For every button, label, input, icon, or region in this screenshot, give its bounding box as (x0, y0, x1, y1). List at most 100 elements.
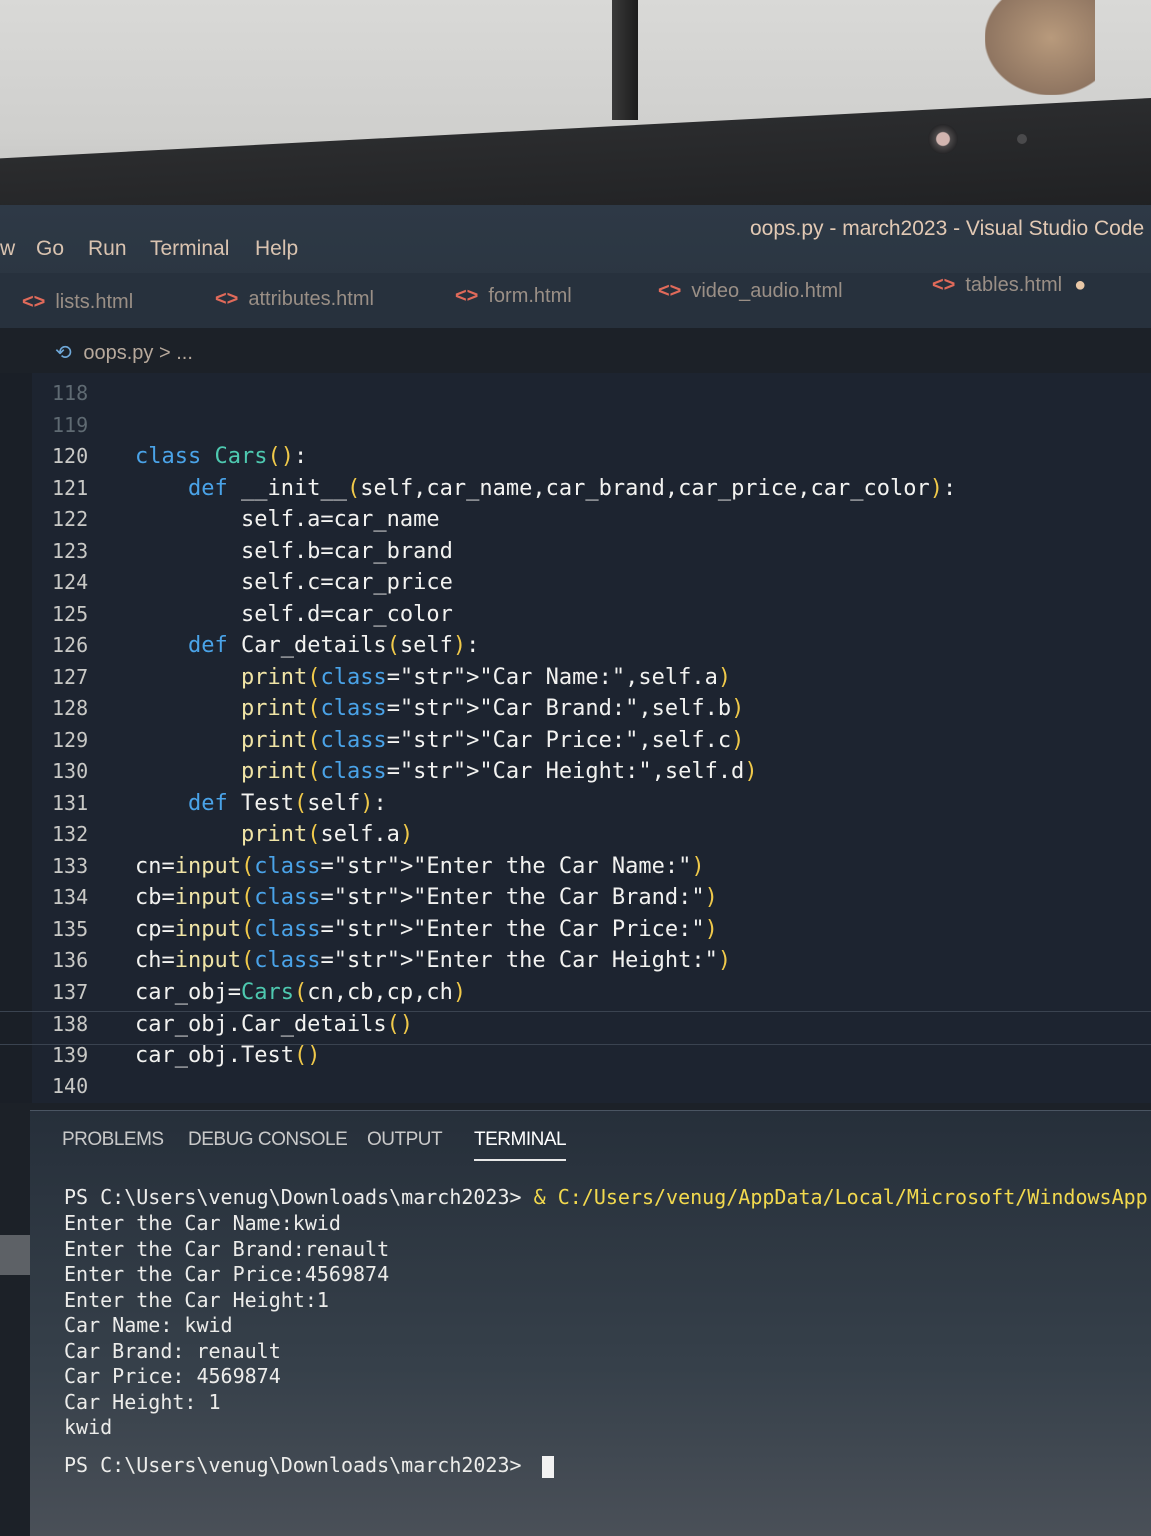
html-file-icon: <> (658, 280, 682, 302)
code-line[interactable]: 139 car_obj.Test() (0, 1043, 1151, 1075)
terminal-line: Enter the Car Brand:renault (64, 1236, 390, 1261)
line-number: 140 (52, 1074, 89, 1098)
code-line[interactable]: 138 car_obj.Car_details() (0, 1011, 1151, 1045)
terminal-command-line: PS C:\Users\venug\Downloads\march2023> &… (64, 1185, 1148, 1209)
code-line[interactable]: 124 self.c=car_price (0, 570, 1151, 602)
tab-output[interactable]: OUTPUT (367, 1129, 443, 1151)
menu-run[interactable]: Run (88, 237, 127, 261)
terminal-prompt: PS C:\Users\venug\Downloads\march2023> (64, 1453, 534, 1477)
tab-label: video_audio.html (691, 280, 843, 302)
code-text: car_obj.Test() (135, 1042, 321, 1068)
line-number: 124 (52, 570, 89, 594)
tab-problems[interactable]: PROBLEMS (62, 1129, 164, 1151)
scroll-indicator[interactable] (0, 1235, 32, 1275)
tab-terminal[interactable]: TERMINAL (474, 1129, 567, 1161)
code-line[interactable]: 122 self.a=car_name (0, 507, 1151, 539)
breadcrumb: ⟲ oops.py > ... (55, 340, 193, 365)
terminal-prompt: PS C:\Users\venug\Downloads\march2023> (64, 1185, 534, 1209)
line-number: 132 (52, 822, 89, 846)
line-number: 123 (52, 538, 89, 563)
code-line[interactable]: 121 def __init__(self,car_name,car_brand… (0, 476, 1151, 508)
line-number: 134 (52, 885, 89, 909)
code-line[interactable]: 120 class Cars(): (0, 444, 1151, 476)
breadcrumb-separator: > (158, 342, 171, 364)
line-number: 135 (52, 916, 89, 941)
code-line[interactable]: 128 print(class="str">"Car Brand:",self.… (0, 696, 1151, 728)
terminal-final-prompt-line[interactable]: PS C:\Users\venug\Downloads\march2023> (64, 1453, 554, 1478)
line-number: 131 (52, 790, 89, 815)
line-number: 120 (52, 444, 89, 468)
terminal-line: Car Price: 4569874 (64, 1364, 281, 1388)
menu-go[interactable]: Go (36, 237, 64, 261)
tab-debug-console[interactable]: DEBUG CONSOLE (188, 1129, 348, 1151)
code-line[interactable]: 130 print(class="str">"Car Height:",self… (0, 759, 1151, 791)
tab-label: attributes.html (248, 288, 374, 310)
code-line[interactable]: 125 self.d=car_color (0, 602, 1151, 634)
code-editor[interactable]: 118 119 120 class Cars(): 121 def __init__(s… (0, 373, 1151, 1275)
code-text: self.a=car_name (135, 507, 440, 532)
line-number: 121 (52, 475, 89, 500)
code-text: print(self.a) (240, 822, 414, 847)
menu-bar: w Go Run Terminal Help oops.py - march20… (0, 205, 1151, 280)
code-line[interactable]: 119 (0, 413, 1151, 445)
line-number: 136 (52, 948, 89, 972)
vscode-window: w Go Run Terminal Help oops.py - march20… (0, 205, 1151, 1536)
code-line[interactable]: 127 print(class="str">"Car Name:",self.a… (0, 665, 1151, 697)
html-file-icon: <> (215, 288, 239, 310)
terminal-line: Car Name: kwid (64, 1313, 233, 1337)
line-number: 129 (52, 727, 89, 752)
code-line[interactable]: 131 def Test(self): (0, 791, 1151, 823)
code-line[interactable]: 118 (0, 381, 1151, 413)
menu-view[interactable]: w (0, 237, 15, 261)
code-line[interactable]: 135 cp=input(class="str">"Enter the Car P… (0, 917, 1151, 949)
code-line[interactable]: 140 (0, 1074, 1151, 1106)
tab-video-audio-html[interactable]: <> video_audio.html (658, 280, 843, 303)
code-text: print(class="str">"Car Price:",self.c) (240, 727, 745, 753)
code-text: self.d=car_color (135, 601, 453, 627)
line-number: 137 (52, 979, 89, 1004)
code-text: car_obj=Cars(cn,cb,cp,ch) (135, 979, 467, 1005)
tab-attributes-html[interactable]: <> attributes.html (215, 288, 374, 311)
bottom-panel: PROBLEMS DEBUG CONSOLE OUTPUT TERMINAL P… (30, 1110, 1151, 1536)
webcam-led (1017, 134, 1027, 144)
line-number: 133 (52, 853, 89, 878)
breadcrumb-file[interactable]: oops.py (83, 342, 153, 364)
breadcrumb-rest[interactable]: ... (176, 342, 193, 364)
line-number: 126 (52, 633, 89, 657)
line-number: 118 (52, 381, 89, 405)
tab-tables-html[interactable]: <> tables.html ● (932, 274, 1086, 297)
menu-terminal[interactable]: Terminal (150, 237, 229, 261)
code-line[interactable]: 129 print(class="str">"Car Price:",self.… (0, 728, 1151, 760)
code-line[interactable]: 136 ch=input(class="str">"Enter the Car H… (0, 948, 1151, 980)
code-line[interactable]: 137 car_obj=Cars(cn,cb,cp,ch) (0, 980, 1151, 1012)
code-text: def __init__(self,car_name,car_brand,car… (187, 475, 957, 501)
terminal-line: Enter the Car Price:4569874 (64, 1262, 390, 1286)
html-file-icon: <> (455, 285, 479, 307)
code-text: self.c=car_price (135, 570, 453, 595)
editor-tab-bar: <> lists.html <> attributes.html <> form.ht… (0, 273, 1151, 328)
background-cable (612, 0, 638, 120)
tab-form-html[interactable]: <> form.html (455, 285, 572, 308)
code-text: cp=input(class="str">"Enter the Car Pric… (135, 916, 718, 942)
code-line[interactable]: 133 cn=input(class="str">"Enter the Car N… (0, 854, 1151, 886)
code-text: def Test(self): (187, 790, 387, 816)
code-text: class Cars(): (135, 444, 308, 469)
terminal-line: Enter the Car Height:1 (64, 1287, 329, 1312)
terminal-line: Enter the Car Name:kwid (64, 1211, 341, 1235)
code-line[interactable]: 123 self.b=car_brand (0, 539, 1151, 571)
code-text: car_obj.Car_details() (135, 1012, 414, 1037)
code-line[interactable]: 126 def Car_details(self): (0, 633, 1151, 665)
line-number: 119 (52, 412, 89, 437)
tab-lists-html[interactable]: <> lists.html (22, 291, 133, 314)
code-line[interactable]: 134 cb=input(class="str">"Enter the Car B… (0, 885, 1151, 917)
code-text: cb=input(class="str">"Enter the Car Bran… (135, 885, 718, 910)
terminal-line: kwid (64, 1415, 113, 1439)
code-text: print(class="str">"Car Height:",self.d) (240, 759, 758, 784)
terminal-line: Car Brand: renault (64, 1338, 281, 1363)
menu-help[interactable]: Help (255, 237, 298, 261)
line-number: 139 (52, 1042, 89, 1067)
html-file-icon: <> (22, 291, 46, 313)
tab-label: lists.html (55, 291, 134, 313)
code-text: self.b=car_brand (135, 538, 453, 564)
code-line[interactable]: 132 print(self.a) (0, 822, 1151, 854)
